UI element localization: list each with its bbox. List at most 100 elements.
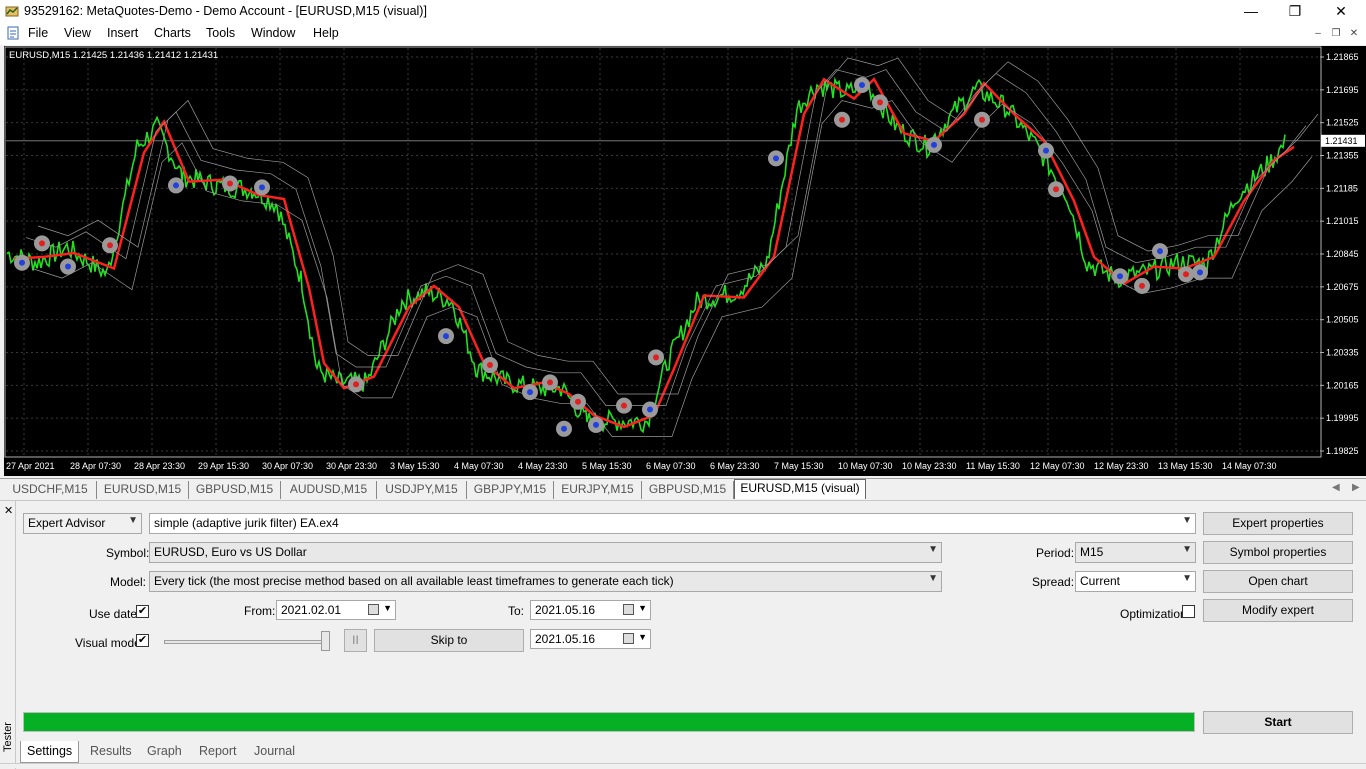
tab-usdchf[interactable]: USDCHF,M15 <box>4 481 97 499</box>
test-progress-bar <box>23 712 1195 732</box>
spread-label: Spread: <box>1032 575 1075 589</box>
slider-thumb[interactable] <box>321 631 330 651</box>
tab-audusd[interactable]: AUDUSD,M15 <box>281 481 377 499</box>
status-bar <box>0 763 1366 768</box>
from-date-input[interactable]: 2021.02.01 ▼ <box>276 600 396 620</box>
start-button[interactable]: Start <box>1203 711 1353 734</box>
chevron-down-icon[interactable]: ▼ <box>638 632 647 642</box>
time-label: 13 May 15:30 <box>1158 461 1213 471</box>
band-line <box>37 57 1319 395</box>
model-value: Every tick (the most precise method base… <box>154 574 674 588</box>
tab-scroll-right-icon[interactable]: ▶ <box>1352 482 1360 493</box>
tester-type-select[interactable]: Expert Advisor ▼ <box>23 513 142 534</box>
calendar-icon[interactable] <box>623 633 634 644</box>
menu-view[interactable]: View <box>64 26 91 40</box>
modify-expert-button[interactable]: Modify expert <box>1203 599 1353 622</box>
tab-scroll-left-icon[interactable]: ◀ <box>1332 482 1340 493</box>
trade-marker-dot <box>839 116 845 123</box>
tab-graph[interactable]: Graph <box>147 744 182 758</box>
skip-to-button[interactable]: Skip to <box>374 629 524 652</box>
price-chart[interactable]: 1.21865 1.21695 1.21525 1.21355 1.21185 1.210… <box>4 46 1366 476</box>
trade-marker-dot <box>593 421 599 428</box>
time-label: 28 Apr 23:30 <box>134 461 185 471</box>
price-label: 1.20335 <box>1326 348 1359 358</box>
close-button[interactable]: ✕ <box>1318 0 1364 23</box>
model-select[interactable]: Every tick (the most precise method base… <box>149 571 942 592</box>
tab-usdjpy[interactable]: USDJPY,M15 <box>377 481 467 499</box>
price-label: 1.20505 <box>1326 315 1359 325</box>
visual-speed-slider[interactable] <box>164 640 330 644</box>
expert-file-value: simple (adaptive jurik filter) EA.ex4 <box>154 516 339 530</box>
mdi-close-icon[interactable]: ✕ <box>1347 27 1361 41</box>
calendar-icon[interactable] <box>368 604 379 615</box>
title-bar: 93529162: MetaQuotes-Demo - Demo Account… <box>0 0 1366 23</box>
tab-gbpusd[interactable]: GBPUSD,M15 <box>189 481 281 499</box>
menu-help[interactable]: Help <box>313 26 339 40</box>
maximize-button[interactable]: ❐ <box>1272 0 1318 23</box>
expert-select[interactable]: simple (adaptive jurik filter) EA.ex4 ▼ <box>149 513 1196 534</box>
time-label: 30 Apr 23:30 <box>326 461 377 471</box>
period-select[interactable]: M15 ▼ <box>1075 542 1196 563</box>
tab-gbpjpy[interactable]: GBPJPY,M15 <box>467 481 554 499</box>
mdi-minimize-icon[interactable]: – <box>1311 27 1325 41</box>
menu-window[interactable]: Window <box>251 26 295 40</box>
chart-canvas[interactable]: 1.21865 1.21695 1.21525 1.21355 1.21185 1.210… <box>4 46 1366 476</box>
to-date-input[interactable]: 2021.05.16 ▼ <box>530 600 651 620</box>
use-date-checkbox[interactable]: ✔ <box>136 605 149 618</box>
chevron-down-icon: ▼ <box>128 515 138 526</box>
calendar-icon[interactable] <box>623 604 634 615</box>
symbol-select[interactable]: EURUSD, Euro vs US Dollar ▼ <box>149 542 942 563</box>
close-tester-icon[interactable]: ✕ <box>4 504 13 517</box>
tester-label: Tester <box>2 722 14 752</box>
minimize-button[interactable]: — <box>1228 0 1274 23</box>
price-label: 1.21525 <box>1326 118 1359 128</box>
spread-value: Current <box>1080 574 1121 588</box>
time-label: 7 May 15:30 <box>774 461 824 471</box>
from-date-value: 2021.02.01 <box>281 603 342 617</box>
mdi-restore-icon[interactable]: ❐ <box>1329 27 1343 41</box>
trade-marker-dot <box>443 333 449 340</box>
time-label: 10 May 23:30 <box>902 461 957 471</box>
doc-icon[interactable] <box>6 26 20 40</box>
tester-tabs: Settings Results Graph Report Journal <box>16 741 1366 763</box>
menu-bar: File View Insert Charts Tools Window Hel… <box>0 23 1366 45</box>
visual-mode-label: Visual mode <box>75 636 141 650</box>
spread-select[interactable]: Current ▼ <box>1075 571 1196 592</box>
price-label: 1.21015 <box>1326 216 1359 226</box>
menu-insert[interactable]: Insert <box>107 26 138 40</box>
menu-file[interactable]: File <box>28 26 48 40</box>
expert-properties-button[interactable]: Expert properties <box>1203 512 1353 535</box>
symbol-label: Symbol: <box>106 546 150 560</box>
chevron-down-icon[interactable]: ▼ <box>383 603 392 613</box>
skip-to-date-input[interactable]: 2021.05.16 ▼ <box>530 629 651 649</box>
chevron-down-icon[interactable]: ▼ <box>638 603 647 613</box>
chevron-down-icon: ▼ <box>1182 544 1192 555</box>
pause-button[interactable]: II <box>344 629 367 652</box>
tester-type-value: Expert Advisor <box>28 516 106 530</box>
trade-marker-dot <box>547 379 553 386</box>
symbol-properties-button[interactable]: Symbol properties <box>1203 541 1353 564</box>
trade-marker-dot <box>1053 186 1059 193</box>
menu-tools[interactable]: Tools <box>206 26 235 40</box>
time-label: 4 May 23:30 <box>518 461 568 471</box>
tab-eurjpy[interactable]: EURJPY,M15 <box>554 481 642 499</box>
tab-gbpusd-2[interactable]: GBPUSD,M15 <box>642 481 734 499</box>
time-label: 3 May 15:30 <box>390 461 440 471</box>
visual-mode-checkbox[interactable]: ✔ <box>136 634 149 647</box>
time-label: 28 Apr 07:30 <box>70 461 121 471</box>
to-date-value: 2021.05.16 <box>535 603 596 617</box>
open-chart-button[interactable]: Open chart <box>1203 570 1353 593</box>
time-label: 30 Apr 07:30 <box>262 461 313 471</box>
time-label: 6 May 23:30 <box>710 461 760 471</box>
optimization-checkbox[interactable] <box>1182 605 1195 618</box>
tab-eurusd-visual[interactable]: EURUSD,M15 (visual) <box>734 479 866 499</box>
trade-marker-dot <box>653 354 659 361</box>
tab-eurusd[interactable]: EURUSD,M15 <box>97 481 189 499</box>
tab-journal[interactable]: Journal <box>254 744 295 758</box>
menu-charts[interactable]: Charts <box>154 26 191 40</box>
tab-results[interactable]: Results <box>90 744 132 758</box>
tab-settings[interactable]: Settings <box>20 741 80 763</box>
chevron-down-icon: ▼ <box>928 544 938 555</box>
trade-marker-dot <box>353 381 359 388</box>
tab-report[interactable]: Report <box>199 744 237 758</box>
